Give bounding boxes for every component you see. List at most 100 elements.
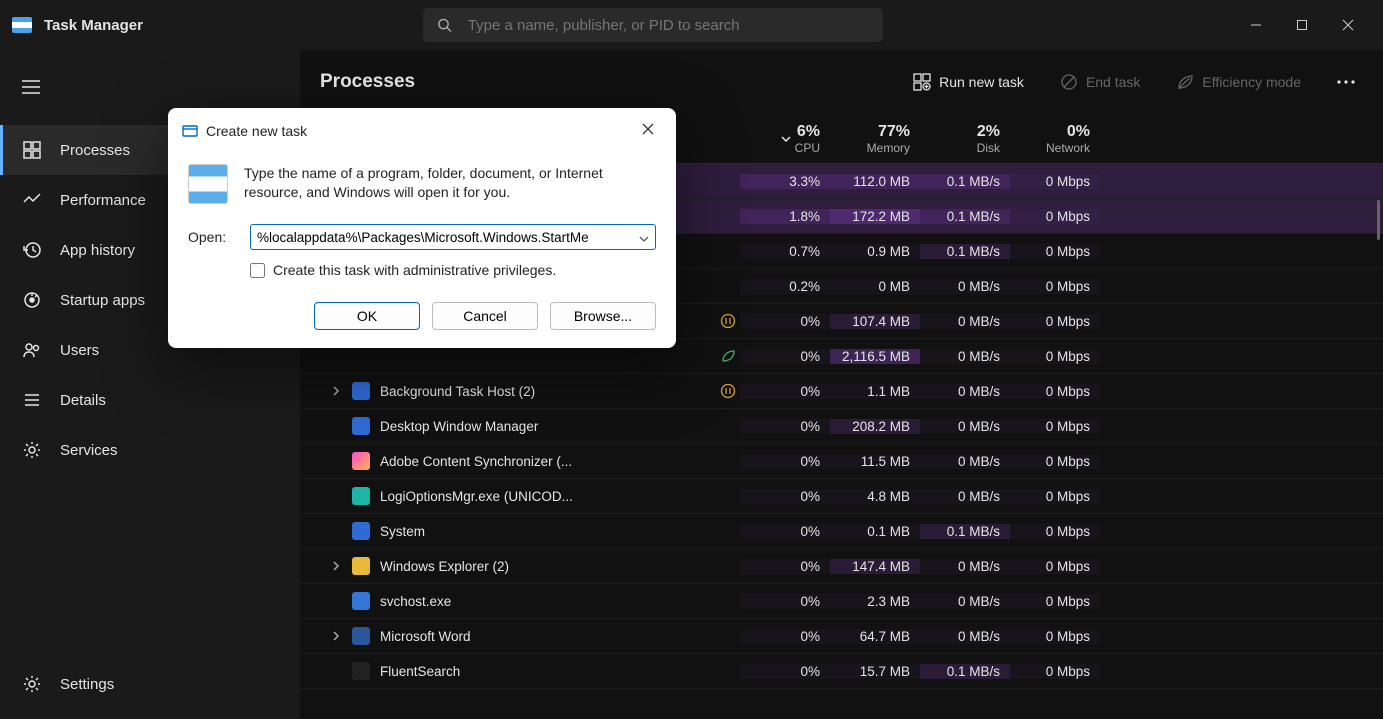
table-row[interactable]: Windows Explorer (2) 0% 147.4 MB 0 MB/s …	[300, 549, 1383, 584]
column-header-disk[interactable]: 2%Disk	[920, 119, 1010, 163]
table-row[interactable]: LogiOptionsMgr.exe (UNICOD... 0% 4.8 MB …	[300, 479, 1383, 514]
disk-cell: 0 MB/s	[920, 384, 1010, 399]
memory-cell: 0 MB	[830, 279, 920, 294]
table-row[interactable]: Adobe Content Synchronizer (... 0% 11.5 …	[300, 444, 1383, 479]
minimize-button[interactable]	[1233, 9, 1279, 41]
table-row[interactable]: svchost.exe 0% 2.3 MB 0 MB/s 0 Mbps	[300, 584, 1383, 619]
services-icon	[22, 440, 42, 460]
cpu-cell: 3.3%	[740, 174, 830, 189]
browse-button[interactable]: Browse...	[550, 302, 656, 330]
process-name: Windows Explorer (2)	[380, 559, 509, 574]
hamburger-button[interactable]	[0, 70, 300, 109]
open-input[interactable]	[257, 230, 649, 245]
processes-icon	[22, 140, 42, 160]
status-badge	[715, 313, 740, 329]
column-header-cpu[interactable]: 6%CPU	[740, 119, 830, 163]
sidebar-item-services[interactable]: Services	[0, 425, 300, 475]
sidebar-item-label: Details	[60, 392, 106, 409]
process-name-cell: Microsoft Word	[300, 627, 715, 645]
ok-button[interactable]: OK	[314, 302, 420, 330]
sidebar-item-label: Startup apps	[60, 292, 145, 309]
table-row[interactable]: Desktop Window Manager 0% 208.2 MB 0 MB/…	[300, 409, 1383, 444]
cpu-cell: 0%	[740, 629, 830, 644]
status-badge	[715, 348, 740, 364]
sidebar-item-label: Settings	[60, 676, 114, 693]
disk-cell: 0 MB/s	[920, 559, 1010, 574]
chevron-down-icon[interactable]	[639, 230, 649, 245]
dialog-close-button[interactable]	[634, 118, 662, 144]
admin-checkbox[interactable]	[250, 263, 265, 278]
cpu-cell: 0%	[740, 664, 830, 679]
sidebar-item-label: Performance	[60, 192, 146, 209]
search-bar[interactable]	[423, 8, 883, 42]
expand-chevron[interactable]	[330, 631, 342, 641]
cpu-cell: 0.2%	[740, 279, 830, 294]
cpu-cell: 0%	[740, 454, 830, 469]
end-task-icon	[1060, 73, 1078, 91]
search-icon	[437, 17, 452, 33]
process-name-cell: Desktop Window Manager	[300, 417, 715, 435]
sidebar-item-label: App history	[60, 242, 135, 259]
memory-cell: 1.1 MB	[830, 384, 920, 399]
cpu-cell: 0%	[740, 524, 830, 539]
cpu-cell: 0%	[740, 419, 830, 434]
chevron-down-icon	[781, 136, 791, 142]
table-row[interactable]: System 0% 0.1 MB 0.1 MB/s 0 Mbps	[300, 514, 1383, 549]
users-icon	[22, 340, 42, 360]
memory-cell: 2,116.5 MB	[830, 349, 920, 364]
maximize-button[interactable]	[1279, 9, 1325, 41]
process-name-cell: Adobe Content Synchronizer (...	[300, 452, 715, 470]
app-icon	[12, 17, 32, 33]
table-row[interactable]: Background Task Host (2) 0% 1.1 MB 0 MB/…	[300, 374, 1383, 409]
admin-checkbox-row: Create this task with administrative pri…	[168, 254, 676, 284]
cpu-cell: 0%	[740, 594, 830, 609]
process-name: Background Task Host (2)	[380, 384, 535, 399]
process-name-cell: LogiOptionsMgr.exe (UNICOD...	[300, 487, 715, 505]
history-icon	[22, 240, 42, 260]
memory-cell: 112.0 MB	[830, 174, 920, 189]
memory-cell: 147.4 MB	[830, 559, 920, 574]
expand-chevron[interactable]	[330, 386, 342, 396]
end-task-button[interactable]: End task	[1052, 67, 1148, 97]
memory-cell: 0.1 MB	[830, 524, 920, 539]
more-button[interactable]	[1329, 74, 1363, 90]
startup-icon	[22, 290, 42, 310]
expand-chevron[interactable]	[330, 561, 342, 571]
process-name-cell: Windows Explorer (2)	[300, 557, 715, 575]
cpu-cell: 1.8%	[740, 209, 830, 224]
dialog-titlebar: Create new task	[168, 108, 676, 154]
network-cell: 0 Mbps	[1010, 384, 1100, 399]
process-name: System	[380, 524, 425, 539]
efficiency-mode-button[interactable]: Efficiency mode	[1168, 67, 1309, 97]
network-cell: 0 Mbps	[1010, 629, 1100, 644]
column-header-memory[interactable]: 77%Memory	[830, 119, 920, 163]
disk-cell: 0.1 MB/s	[920, 174, 1010, 189]
network-cell: 0 Mbps	[1010, 559, 1100, 574]
network-cell: 0 Mbps	[1010, 594, 1100, 609]
run-large-icon	[188, 164, 228, 204]
process-name: FluentSearch	[380, 664, 460, 679]
sidebar-item-details[interactable]: Details	[0, 375, 300, 425]
scrollbar-thumb[interactable]	[1377, 200, 1380, 240]
process-name-cell: System	[300, 522, 715, 540]
page-title: Processes	[320, 71, 415, 93]
disk-cell: 0 MB/s	[920, 419, 1010, 434]
process-name-cell: svchost.exe	[300, 592, 715, 610]
app-title: Task Manager	[44, 17, 143, 34]
network-cell: 0 Mbps	[1010, 664, 1100, 679]
open-combobox[interactable]	[250, 224, 656, 250]
table-row[interactable]: Microsoft Word 0% 64.7 MB 0 MB/s 0 Mbps	[300, 619, 1383, 654]
sidebar-item-settings[interactable]: Settings	[0, 659, 300, 709]
search-input[interactable]	[468, 17, 869, 34]
run-dialog-icon	[182, 123, 198, 139]
sidebar-item-label: Processes	[60, 142, 130, 159]
table-row[interactable]: FluentSearch 0% 15.7 MB 0.1 MB/s 0 Mbps	[300, 654, 1383, 689]
process-name-cell: FluentSearch	[300, 662, 715, 680]
run-new-task-button[interactable]: Run new task	[905, 67, 1032, 97]
dialog-description: Type the name of a program, folder, docu…	[244, 164, 656, 204]
cpu-cell: 0%	[740, 314, 830, 329]
network-cell: 0 Mbps	[1010, 279, 1100, 294]
close-button[interactable]	[1325, 9, 1371, 41]
column-header-network[interactable]: 0%Network	[1010, 119, 1100, 163]
cancel-button[interactable]: Cancel	[432, 302, 538, 330]
